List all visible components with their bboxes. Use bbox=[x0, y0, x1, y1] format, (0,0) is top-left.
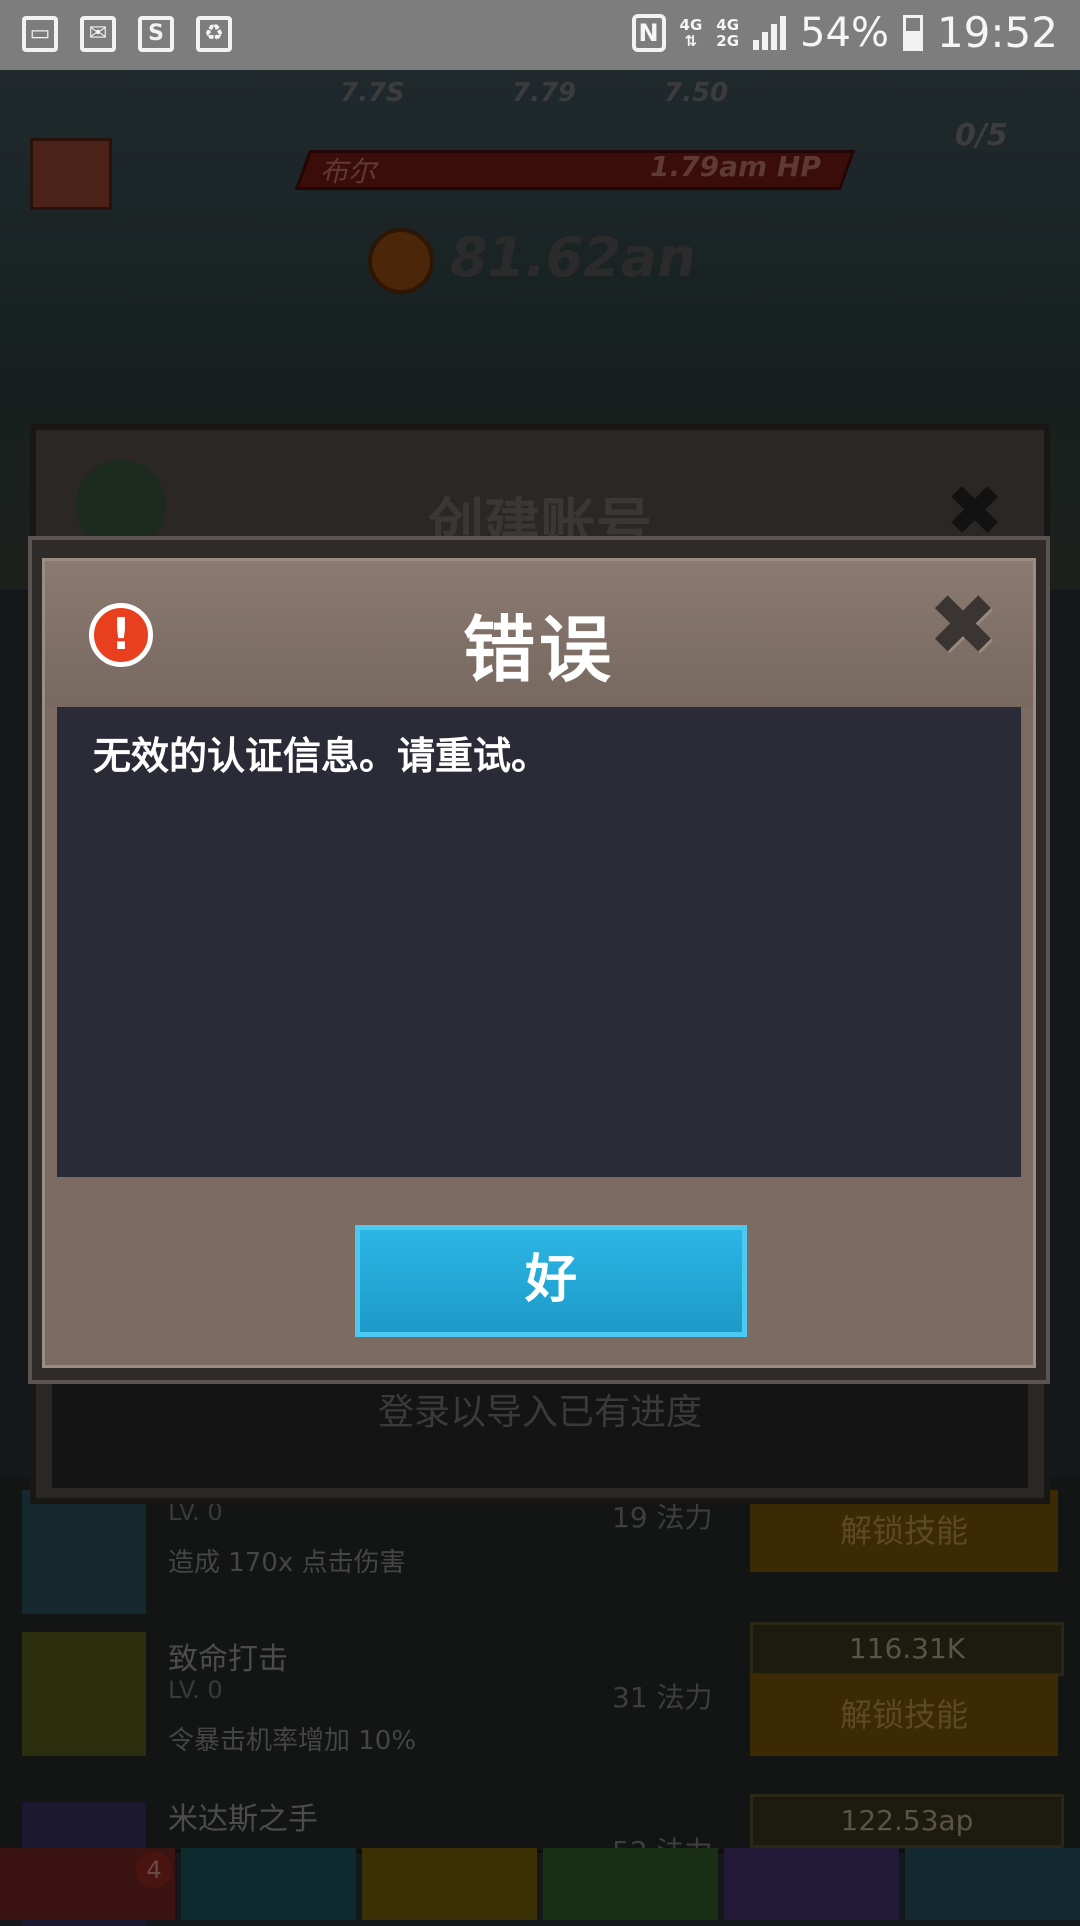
close-icon[interactable]: ✖ bbox=[923, 583, 1003, 667]
s-app-icon: S bbox=[138, 16, 174, 52]
skill-desc: 造成 170x 点击伤害 bbox=[168, 1548, 406, 1578]
battery-percent: 54% bbox=[800, 9, 889, 56]
skill-desc: 令暴击机率增加 10% bbox=[168, 1726, 417, 1756]
skill-price: 116.31K bbox=[750, 1622, 1064, 1676]
stage-progress: 0/5 bbox=[955, 118, 1008, 153]
image-icon: ▭ bbox=[22, 16, 58, 52]
mail-icon: ✉ bbox=[80, 16, 116, 52]
skill-mana: 31 法力 bbox=[612, 1681, 713, 1714]
clock: 19:52 bbox=[936, 8, 1058, 57]
tab-pet[interactable] bbox=[543, 1848, 718, 1920]
error-dialog-header: ! 错误 ✖ bbox=[45, 561, 1033, 707]
top-stat-3: 7.50 bbox=[664, 78, 729, 108]
network-indicator: 4G ⇅ bbox=[679, 15, 703, 50]
recycle-icon: ♻ bbox=[196, 16, 232, 52]
login-import-button[interactable]: 登录以导入已有进度 bbox=[52, 1378, 1028, 1488]
skill-row: 米达斯之手 52 法力 122.53ap bbox=[0, 1790, 1080, 1926]
error-dialog: ! 错误 ✖ 无效的认证信息。请重试。 好 bbox=[28, 536, 1050, 1384]
chest-icon[interactable] bbox=[30, 138, 112, 210]
skill-icon bbox=[22, 1490, 146, 1614]
network-indicator-2: 4G 2G bbox=[716, 15, 740, 50]
error-message: 无效的认证信息。请重试。 bbox=[93, 734, 550, 778]
boss-name: 布尔 bbox=[320, 155, 377, 188]
top-stat-1: 7.7S bbox=[340, 78, 405, 108]
tab-shop[interactable] bbox=[905, 1848, 1080, 1920]
status-bar: ▭ ✉ S ♻ N 4G ⇅ 4G 2G 54% 19:52 bbox=[0, 0, 1080, 70]
signal-icon bbox=[753, 15, 787, 50]
tab-badge: 4 bbox=[136, 1852, 172, 1888]
skill-row: 致命打击 LV. 0 令暴击机率增加 10% 31 法力 116.31K 解锁技… bbox=[0, 1620, 1080, 1793]
skill-name: 致命打击 bbox=[168, 1642, 288, 1677]
boss-hp: 1.79am HP bbox=[650, 150, 821, 183]
error-message-area: 无效的认证信息。请重试。 bbox=[57, 707, 1021, 1177]
skill-name: 米达斯之手 bbox=[168, 1802, 318, 1837]
bottom-tab-bar: 4 bbox=[0, 1848, 1080, 1920]
coin-icon bbox=[368, 228, 434, 294]
tab-equipment[interactable] bbox=[362, 1848, 537, 1920]
nfc-icon: N bbox=[631, 13, 666, 52]
unlock-skill-button[interactable]: 解锁技能 bbox=[750, 1674, 1058, 1756]
error-dialog-panel: ! 错误 ✖ 无效的认证信息。请重试。 好 bbox=[42, 558, 1036, 1368]
gold-amount: 81.62an bbox=[450, 226, 696, 289]
battery-icon bbox=[902, 14, 923, 51]
skill-level: LV. 0 bbox=[168, 1676, 223, 1704]
tab-sword[interactable]: 4 bbox=[0, 1848, 175, 1920]
skill-price: 122.53ap bbox=[750, 1794, 1064, 1848]
sword-icon bbox=[22, 1632, 146, 1756]
error-title: 错误 bbox=[462, 608, 615, 692]
tab-hero[interactable] bbox=[181, 1848, 356, 1920]
ok-button[interactable]: 好 bbox=[355, 1225, 747, 1337]
tab-artifact[interactable] bbox=[724, 1848, 899, 1920]
top-stat-2: 7.79 bbox=[512, 78, 577, 108]
